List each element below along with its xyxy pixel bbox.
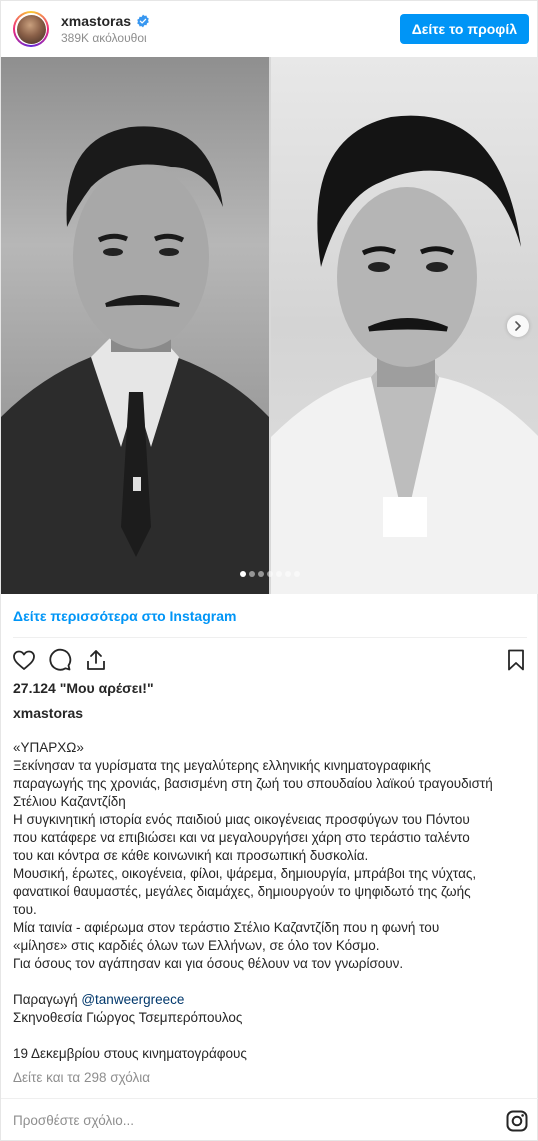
- carousel-dot: [276, 571, 282, 577]
- direction-credit: Σκηνοθεσία Γιώργος Τσεμπερόπουλος: [13, 1010, 243, 1025]
- caption-author[interactable]: xmastoras: [13, 705, 83, 721]
- share-button[interactable]: [83, 647, 109, 673]
- share-icon: [87, 650, 105, 670]
- post-header: xmastoras 389K ακόλουθοι Δείτε το προφίλ: [1, 1, 538, 57]
- carousel-dot: [294, 571, 300, 577]
- portrait-left-illustration: [1, 126, 269, 594]
- bookmark-icon: [508, 649, 524, 671]
- username-link[interactable]: xmastoras: [61, 13, 131, 29]
- carousel-dot: [240, 571, 246, 577]
- caption-line: Για όσους τον αγάπησαν και για όσους θέλ…: [13, 956, 404, 971]
- caption-line: φανατικοί θαυμαστές, μεγάλες διαμάχες, δ…: [13, 884, 471, 899]
- post-photo-right: [271, 57, 538, 594]
- carousel-next-button[interactable]: [507, 315, 529, 337]
- carousel-dot: [258, 571, 264, 577]
- post-photo-left: [1, 57, 269, 594]
- production-credit: Παραγωγή @tanweergreece: [13, 992, 185, 1007]
- heart-icon: [13, 650, 35, 670]
- caption-line: Μουσική, έρωτες, οικογένεια, φίλοι, ψάρε…: [13, 866, 477, 881]
- view-all-comments-link[interactable]: Δείτε και τα 298 σχόλια: [13, 1070, 150, 1085]
- comment-button[interactable]: [47, 647, 73, 673]
- instagram-icon[interactable]: [505, 1109, 529, 1133]
- like-button[interactable]: [11, 647, 37, 673]
- action-bar: [11, 646, 529, 674]
- likes-count[interactable]: 27.124 "Μου αρέσει!": [13, 680, 154, 696]
- carousel-dot: [249, 571, 255, 577]
- caption-line: «μίλησε» στις καρδιές όλων των Ελλήνων, …: [13, 938, 380, 953]
- caption-line: Μία ταινία - αφιέρωμα στον τεράστιο Στέλ…: [13, 920, 440, 935]
- production-mention-link[interactable]: @tanweergreece: [81, 992, 184, 1007]
- carousel-dots: [1, 571, 538, 577]
- instagram-embed-card: xmastoras 389K ακόλουθοι Δείτε το προφίλ: [0, 0, 538, 1141]
- avatar[interactable]: [13, 11, 49, 47]
- add-comment-input[interactable]: Προσθέστε σχόλιο...: [13, 1113, 505, 1128]
- chevron-right-icon: [515, 321, 522, 331]
- comment-icon: [49, 648, 72, 671]
- save-button[interactable]: [503, 647, 529, 673]
- caption-line: που κατάφερε να επιβιώσει και να μεγαλου…: [13, 830, 470, 845]
- view-more-on-instagram-link[interactable]: Δείτε περισσότερα στο Instagram: [13, 608, 236, 624]
- add-comment-bar: Προσθέστε σχόλιο...: [1, 1099, 538, 1141]
- caption-line: του και κόντρα σε κάθε κοινωνική και προ…: [13, 848, 369, 863]
- caption-line: Στέλιου Καζαντζίδη: [13, 794, 126, 809]
- caption-line: «ΥΠΑΡΧΩ»: [13, 740, 84, 755]
- carousel-dot: [267, 571, 273, 577]
- view-profile-button[interactable]: Δείτε το προφίλ: [399, 14, 529, 44]
- account-identity: xmastoras 389K ακόλουθοι: [61, 13, 400, 45]
- avatar-image: [16, 14, 46, 44]
- caption-line: του.: [13, 902, 37, 917]
- portrait-right-illustration: [271, 115, 538, 594]
- caption-line: Ξεκίνησαν τα γυρίσματα της μεγαλύτερης ε…: [13, 758, 431, 773]
- post-caption: «ΥΠΑΡΧΩ» Ξεκίνησαν τα γυρίσματα της μεγαλ…: [13, 739, 529, 1027]
- caption-line: Η συγκινητική ιστορία ενός παιδιού μιας …: [13, 812, 470, 827]
- verified-badge-icon: [137, 14, 149, 28]
- divider: [13, 637, 527, 638]
- carousel-dot: [285, 571, 291, 577]
- caption-line: παραγωγής της χρονιάς, βασισμένη στη ζωή…: [13, 776, 493, 791]
- followers-count: 389K ακόλουθοι: [61, 31, 147, 45]
- release-date-text: 19 Δεκεμβρίου στους κινηματογράφους: [13, 1046, 247, 1061]
- post-media-carousel[interactable]: [1, 57, 538, 594]
